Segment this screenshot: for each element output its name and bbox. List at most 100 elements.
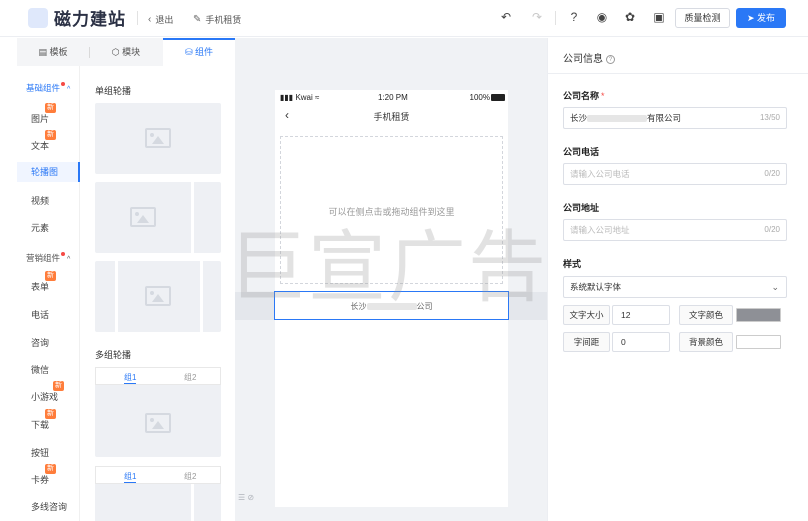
company-name-input[interactable]: 长沙 有限公司 13/50 bbox=[563, 107, 787, 129]
chevron-left-icon: ‹ bbox=[148, 14, 152, 25]
app-title: 磁力建站 bbox=[54, 10, 126, 29]
char-count: 13/50 bbox=[759, 113, 780, 122]
category-item-wechat[interactable]: 微信 bbox=[17, 363, 80, 376]
multi-carousel-template-2[interactable]: 组1 组2 bbox=[95, 466, 221, 521]
red-dot bbox=[61, 82, 66, 86]
carousel-template-2[interactable] bbox=[95, 182, 221, 253]
company-phone-input[interactable]: 请输入公司电话 0/20 bbox=[563, 163, 787, 185]
battery-label: 100% bbox=[469, 93, 490, 102]
category-item-button[interactable]: 按钮 bbox=[17, 446, 80, 459]
divider bbox=[137, 11, 138, 25]
background-color-swatch[interactable] bbox=[736, 335, 781, 349]
image-placeholder-icon bbox=[145, 413, 171, 433]
undo-icon[interactable]: ↶ bbox=[498, 10, 514, 24]
publish-button[interactable]: ➤ 发布 bbox=[736, 8, 786, 28]
category-item-multi-consult[interactable]: 多线咨询 bbox=[17, 500, 80, 513]
component-gallery: 单组轮播 多组轮播 组1 组2 组1 组2 bbox=[80, 66, 235, 521]
font-size-input[interactable]: 12 bbox=[612, 305, 670, 325]
text-color-swatch[interactable] bbox=[736, 308, 781, 322]
carousel-template-3[interactable] bbox=[95, 261, 221, 332]
chevron-up-icon: ^ bbox=[67, 86, 71, 93]
help-icon[interactable]: ? bbox=[566, 10, 582, 24]
category-item-text[interactable]: 文本新 bbox=[17, 130, 80, 152]
company-name-text: 长沙 公司 bbox=[350, 302, 433, 311]
divider bbox=[191, 484, 194, 521]
category-item-download[interactable]: 下载新 bbox=[17, 409, 80, 431]
new-badge: 新 bbox=[45, 409, 56, 419]
carousel-template-1[interactable] bbox=[95, 103, 221, 174]
company-address-label: 公司地址 bbox=[563, 203, 600, 213]
group-tabs: 组1 组2 bbox=[95, 367, 221, 385]
module-icon: ⬡ bbox=[111, 47, 123, 57]
save-icon[interactable]: ▣ bbox=[651, 10, 667, 24]
placeholder: 请输入公司电话 bbox=[570, 169, 630, 179]
category-group-basic[interactable]: 基础组件 ^ bbox=[26, 82, 70, 94]
page-name-button[interactable]: ✎ 手机租赁 bbox=[193, 13, 241, 26]
selected-company-component[interactable]: 长沙 公司 bbox=[274, 291, 509, 320]
category-item-phone[interactable]: 电话 bbox=[17, 308, 80, 321]
carrier-label: ▮▮▮ Kwai ≈ bbox=[280, 93, 320, 102]
category-item-video[interactable]: 视频 bbox=[17, 194, 80, 207]
phone-nav-title: 手机租赁 bbox=[373, 112, 410, 122]
font-family-select[interactable]: 系统默认字体 ⌄ bbox=[563, 276, 787, 298]
chevron-down-icon: ⌄ bbox=[771, 282, 779, 292]
category-item-form[interactable]: 表单新 bbox=[17, 271, 80, 293]
tab-modules[interactable]: ⬡ 模块 bbox=[90, 38, 162, 66]
drop-hint: 可以在侧点击或拖动组件到这里 bbox=[328, 207, 455, 217]
tab-templates[interactable]: ▤ 模板 bbox=[17, 38, 89, 66]
background-color-label: 背景颜色 bbox=[679, 332, 733, 352]
back-label: 退出 bbox=[155, 15, 174, 25]
font-size-label: 文字大小 bbox=[563, 305, 610, 325]
category-item-carousel[interactable]: 轮播图 bbox=[17, 162, 80, 182]
divider bbox=[555, 11, 556, 25]
canvas-footer-icons[interactable]: ☰ ⊘ bbox=[238, 493, 254, 502]
logo: 磁力建站 bbox=[28, 5, 126, 30]
preview-eye-icon[interactable]: ◉ bbox=[594, 10, 610, 24]
category-item-consult[interactable]: 咨询 bbox=[17, 336, 80, 349]
redacted-text bbox=[587, 115, 648, 123]
publish-label: 发布 bbox=[757, 13, 776, 23]
char-count: 0/20 bbox=[764, 169, 780, 178]
back-button[interactable]: ‹ 退出 bbox=[148, 13, 173, 26]
placeholder: 请输入公司地址 bbox=[570, 225, 630, 235]
editor-canvas: ▮▮▮ Kwai ≈ 1:20 PM 100% ‹ 手机租赁 可以在侧点击或拖动… bbox=[235, 38, 547, 521]
status-time: 1:20 PM bbox=[378, 93, 408, 102]
battery-icon bbox=[491, 94, 505, 101]
category-item-minigame[interactable]: 小游戏新 bbox=[17, 381, 80, 403]
redo-icon[interactable]: ↷ bbox=[529, 10, 545, 24]
edit-icon: ✎ bbox=[193, 14, 202, 25]
divider bbox=[115, 261, 118, 332]
required-mark: * bbox=[601, 91, 605, 101]
tab-components[interactable]: ⛁ 组件 bbox=[163, 38, 235, 66]
logo-mark bbox=[28, 7, 48, 28]
letter-spacing-label: 字间距 bbox=[563, 332, 610, 352]
divider bbox=[548, 73, 808, 74]
red-dot bbox=[61, 252, 66, 256]
company-name-label: 公司名称 * bbox=[563, 91, 605, 101]
category-item-coupon[interactable]: 卡券新 bbox=[17, 464, 80, 486]
group-tabs: 组1 组2 bbox=[95, 466, 221, 484]
quality-check-button[interactable]: 质量检测 bbox=[675, 8, 730, 28]
category-item-image[interactable]: 图片新 bbox=[17, 103, 80, 125]
category-group-marketing[interactable]: 营销组件 ^ bbox=[26, 252, 70, 264]
chevron-up-icon: ^ bbox=[67, 256, 71, 263]
category-list: 基础组件 ^ 图片新 文本新 轮播图 视频 元素 营销组件 ^ 表单新 电话 咨询 … bbox=[17, 66, 80, 521]
company-address-input[interactable]: 请输入公司地址 0/20 bbox=[563, 219, 787, 241]
letter-spacing-input[interactable]: 0 bbox=[612, 332, 670, 352]
image-placeholder-icon bbox=[145, 128, 171, 148]
multi-carousel-title: 多组轮播 bbox=[95, 350, 132, 360]
help-icon[interactable]: ? bbox=[606, 54, 615, 64]
component-icon: ⛁ bbox=[184, 47, 196, 57]
palette-icon[interactable]: ✿ bbox=[622, 10, 638, 24]
category-item-element[interactable]: 元素 bbox=[17, 221, 80, 234]
phone-status-bar: ▮▮▮ Kwai ≈ 1:20 PM 100% bbox=[275, 90, 508, 106]
image-placeholder-icon bbox=[130, 207, 156, 227]
multi-carousel-template-1[interactable]: 组1 组2 bbox=[95, 367, 221, 457]
component-drop-zone[interactable]: 可以在侧点击或拖动组件到这里 bbox=[280, 136, 503, 284]
text-color-label: 文字颜色 bbox=[679, 305, 733, 325]
new-badge: 新 bbox=[45, 103, 56, 113]
style-label: 样式 bbox=[563, 259, 582, 269]
image-placeholder-icon bbox=[145, 286, 171, 306]
new-badge: 新 bbox=[45, 130, 56, 140]
new-badge: 新 bbox=[45, 464, 56, 474]
